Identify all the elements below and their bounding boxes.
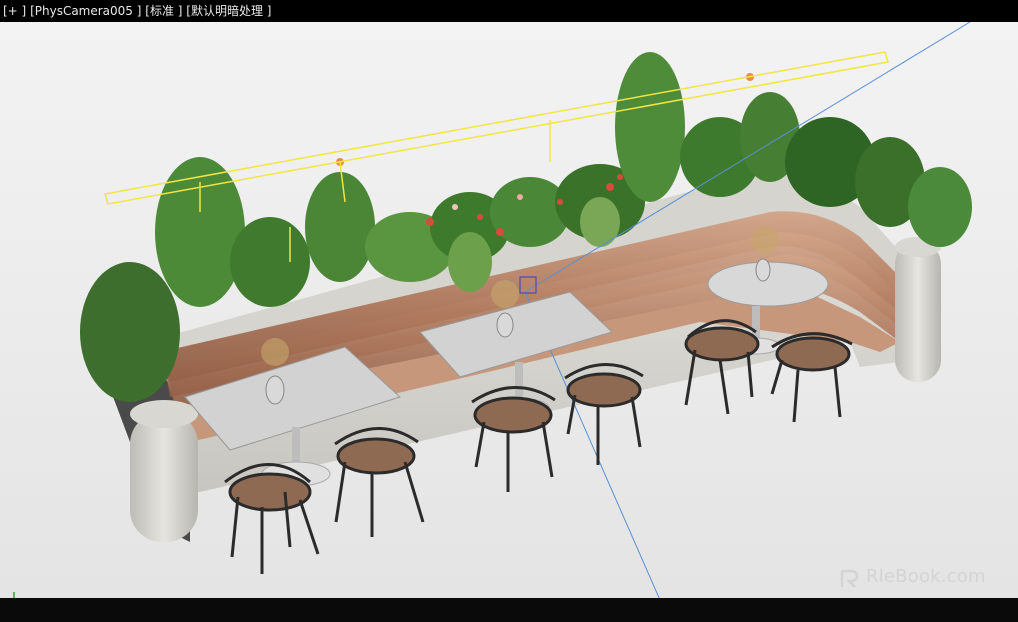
watermark-text: RleBook.com xyxy=(866,566,986,587)
viewport-plus-menu[interactable]: [+ ] xyxy=(3,4,26,18)
planter-column-right xyxy=(895,242,941,382)
viewport-view-mode-menu[interactable]: [标准 ] xyxy=(145,4,182,18)
viewport-shading-menu[interactable]: [默认明暗处理 ] xyxy=(186,4,271,18)
perspective-viewport[interactable] xyxy=(0,22,1018,598)
3d-viewport-frame: [+ ] [PhysCamera005 ] [标准 ] [默认明暗处理 ] Rl… xyxy=(0,0,1018,622)
viewport-label: [+ ] [PhysCamera005 ] [标准 ] [默认明暗处理 ] xyxy=(0,0,1018,22)
viewport-bottom-bar xyxy=(0,598,1018,622)
relebook-logo-icon xyxy=(840,569,859,588)
planter-column-left xyxy=(130,412,198,542)
viewport-camera-menu[interactable]: [PhysCamera005 ] xyxy=(30,4,141,18)
scene-render xyxy=(0,22,1018,598)
